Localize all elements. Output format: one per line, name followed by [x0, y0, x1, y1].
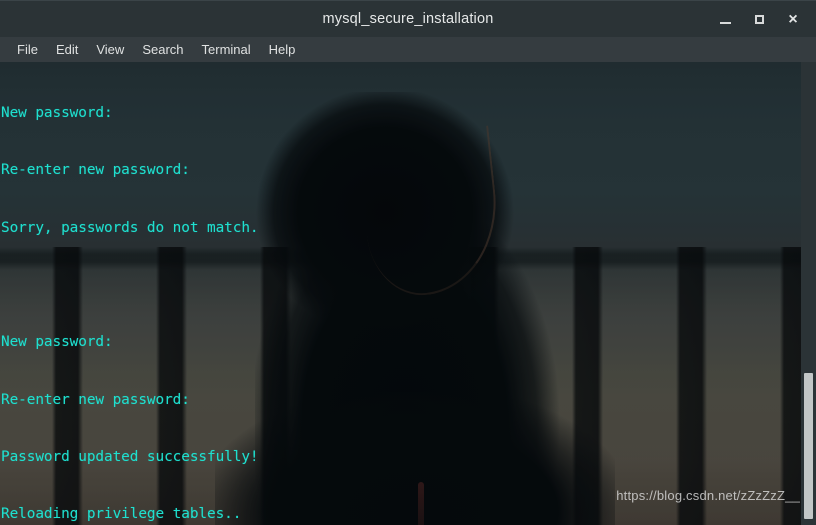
terminal-line: New password:	[1, 105, 113, 122]
window-controls: ×	[708, 1, 810, 38]
terminal-window: mysql_secure_installation × File Edit Vi…	[0, 0, 816, 525]
menu-item-help[interactable]: Help	[260, 39, 305, 60]
terminal-line: New password:	[1, 334, 113, 351]
vertical-scrollbar[interactable]	[801, 62, 816, 525]
terminal-line: Reloading privilege tables..	[1, 506, 242, 523]
menu-item-terminal[interactable]: Terminal	[193, 39, 260, 60]
close-button[interactable]: ×	[776, 5, 810, 35]
menu-item-view[interactable]: View	[87, 39, 133, 60]
terminal-line: Re-enter new password:	[1, 162, 190, 179]
menu-item-search[interactable]: Search	[133, 39, 192, 60]
menubar: File Edit View Search Terminal Help	[0, 37, 816, 62]
maximize-button[interactable]	[742, 5, 776, 35]
terminal-line: Re-enter new password:	[1, 391, 190, 408]
minimize-button[interactable]	[708, 5, 742, 35]
close-icon: ×	[788, 10, 798, 28]
menu-item-file[interactable]: File	[8, 39, 47, 60]
scrollbar-thumb[interactable]	[804, 373, 813, 519]
terminal-output-area[interactable]: New password: Re-enter new password: Sor…	[0, 62, 816, 525]
maximize-icon	[754, 15, 764, 24]
window-title: mysql_secure_installation	[322, 11, 494, 27]
titlebar[interactable]: mysql_secure_installation ×	[0, 0, 816, 37]
terminal-text: New password: Re-enter new password: Sor…	[0, 62, 816, 525]
terminal-line: Password updated successfully!	[1, 448, 259, 465]
minimize-icon	[719, 22, 731, 24]
terminal-line: Sorry, passwords do not match.	[1, 219, 259, 236]
menu-item-edit[interactable]: Edit	[47, 39, 87, 60]
